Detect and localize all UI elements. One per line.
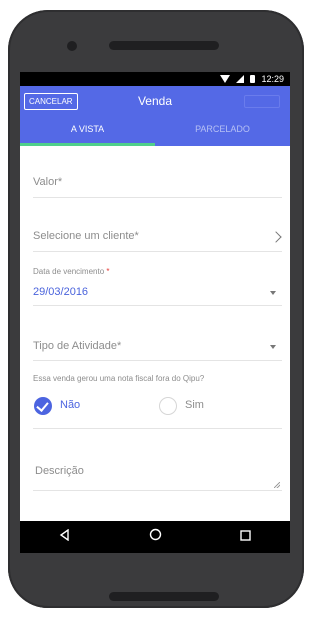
valor-field[interactable]: Valor* [33, 165, 282, 198]
required-mark: * [106, 267, 110, 276]
nota-radio-group: Não Sim [33, 390, 282, 429]
back-icon[interactable] [59, 528, 71, 546]
status-time: 12:29 [261, 74, 284, 84]
android-nav-bar [20, 521, 290, 553]
atividade-select[interactable]: Tipo de Atividade* [33, 327, 282, 361]
nota-question: Essa venda gerou uma nota fiscal fora do… [33, 374, 205, 383]
bottom-speaker [109, 592, 219, 601]
radio-nao[interactable] [34, 397, 52, 415]
status-bar: 12:29 [20, 72, 290, 86]
tab-parcelado[interactable]: PARCELADO [155, 116, 290, 146]
descricao-placeholder: Descrição [35, 465, 84, 477]
earpiece-speaker [109, 41, 219, 50]
tab-label: PARCELADO [195, 124, 250, 134]
tab-bar: A VISTA PARCELADO [20, 116, 290, 146]
dropdown-arrow-icon [270, 291, 276, 295]
battery-icon [250, 75, 256, 83]
recent-apps-icon[interactable] [240, 528, 251, 546]
tab-label: A VISTA [70, 124, 105, 134]
radio-sim[interactable] [159, 397, 177, 415]
app-screen: 12:29 CANCELAR Venda A VISTA PARCELADO V… [20, 72, 290, 553]
atividade-placeholder: Tipo de Atividade* [33, 340, 122, 352]
app-bar: CANCELAR Venda A VISTA PARCELADO [20, 86, 290, 146]
radio-nao-label[interactable]: Não [60, 399, 80, 411]
valor-placeholder: Valor* [33, 176, 63, 188]
save-button[interactable] [244, 95, 280, 108]
vencimento-value: 29/03/2016 [33, 286, 89, 298]
radio-sim-label[interactable]: Sim [185, 399, 204, 411]
vencimento-label: Data de vencimento * [33, 267, 110, 276]
home-icon[interactable] [149, 528, 162, 546]
resize-grip-icon[interactable] [274, 482, 280, 488]
dropdown-arrow-icon [270, 345, 276, 349]
cliente-select[interactable]: Selecione um cliente* [33, 219, 282, 252]
wifi-icon [220, 75, 231, 83]
descricao-textarea[interactable]: Descrição [33, 455, 282, 491]
vencimento-date-picker[interactable]: 29/03/2016 [33, 277, 282, 306]
tab-a-vista[interactable]: A VISTA [20, 116, 155, 146]
front-camera [67, 41, 77, 51]
cliente-placeholder: Selecione um cliente* [33, 230, 139, 242]
signal-icon [236, 75, 245, 83]
chevron-right-icon [270, 231, 282, 243]
tab-indicator [20, 143, 155, 146]
